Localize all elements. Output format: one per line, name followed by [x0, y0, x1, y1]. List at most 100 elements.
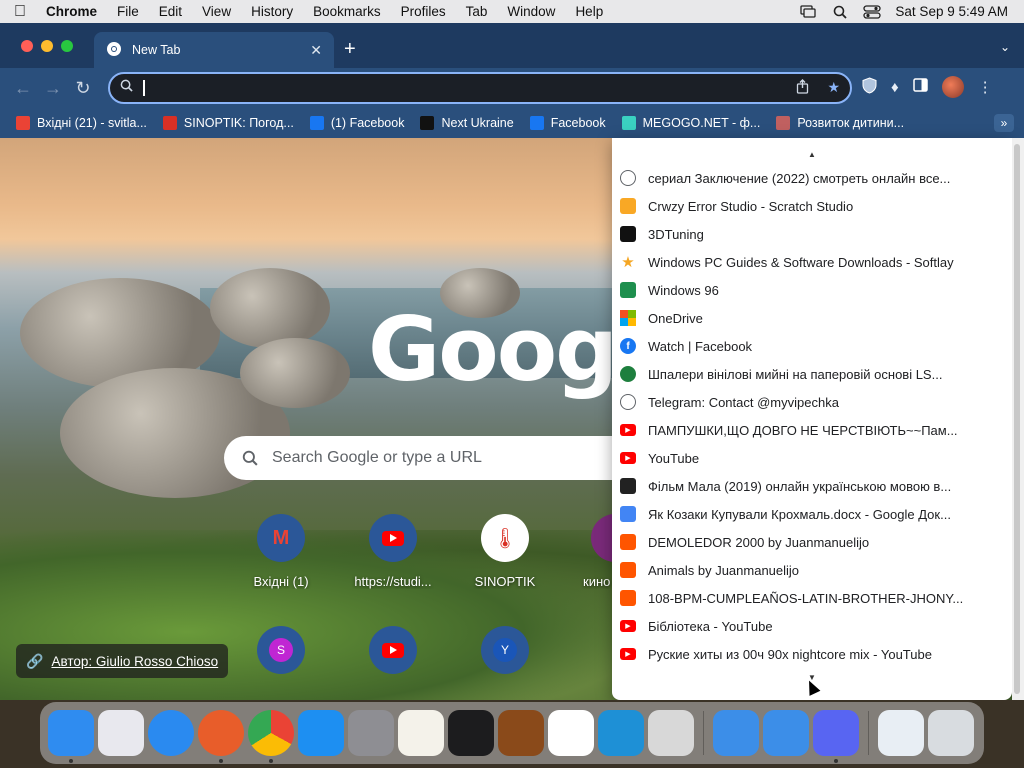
bookmark-menu-item[interactable]: сериал Заключение (2022) смотреть онлайн… — [612, 164, 1012, 192]
bookmark-menu-item[interactable]: Фільм Мала (2019) онлайн українською мов… — [612, 472, 1012, 500]
bookmark-menu-item[interactable]: DEMOLEDOR 2000 by Juanmanuelijo — [612, 528, 1012, 556]
minimize-window-button[interactable] — [41, 40, 53, 52]
extensions-puzzle-icon[interactable]: ♦ — [891, 79, 899, 96]
photo-credit-link[interactable]: 🔗 Автор: Giulio Rosso Chioso — [16, 644, 229, 678]
close-window-button[interactable] — [21, 40, 33, 52]
menu-profiles[interactable]: Profiles — [391, 4, 456, 19]
scroll-up-arrow-icon[interactable]: ▲ — [612, 138, 1012, 164]
omnibox-actions: ★ — [796, 79, 840, 97]
shortcut-tile[interactable]: кино — [566, 514, 612, 589]
new-tab-button[interactable]: + — [344, 38, 356, 61]
macos-menubar:  Chrome File Edit View History Bookmark… — [0, 0, 1024, 23]
safari-icon[interactable] — [148, 710, 194, 756]
menu-edit[interactable]: Edit — [149, 4, 192, 19]
weather-icon[interactable] — [713, 710, 759, 756]
scratch-icon — [620, 198, 636, 214]
shortcut-tile[interactable]: S — [231, 626, 331, 686]
back-button[interactable]: ← — [8, 78, 38, 99]
screen-mirroring-icon[interactable] — [799, 5, 817, 19]
shortcut-tile[interactable]: M Вхідні (1) — [231, 514, 331, 589]
finder-icon[interactable] — [48, 710, 94, 763]
bookmark-item[interactable]: Facebook — [529, 116, 606, 130]
bookmark-menu-item[interactable]: Windows 96 — [612, 276, 1012, 304]
share-icon[interactable] — [796, 79, 809, 97]
launchpad-icon[interactable] — [98, 710, 144, 756]
textedit-icon[interactable] — [398, 710, 444, 756]
tab-close-icon[interactable]: ✕ — [310, 42, 322, 59]
bookmark-item[interactable]: SINOPTIK: Погод... — [162, 116, 294, 130]
roblox-icon[interactable] — [648, 710, 694, 756]
bookmark-menu-label: Шпалери вінілові мийні на паперовій осно… — [648, 366, 943, 382]
firefox-icon[interactable] — [198, 710, 244, 763]
menubar-clock[interactable]: Sat Sep 9 5:49 AM — [895, 4, 1008, 19]
chrome-menu-kebab-icon[interactable]: ⋮ — [978, 78, 993, 96]
menu-help[interactable]: Help — [565, 4, 613, 19]
page-scrollbar[interactable] — [1012, 138, 1024, 700]
bookmark-menu-item[interactable]: ▶ YouTube — [612, 444, 1012, 472]
weather-icon[interactable] — [763, 710, 809, 756]
menu-bookmarks[interactable]: Bookmarks — [303, 4, 391, 19]
bookmark-menu-label: 3DTuning — [648, 226, 704, 242]
menu-file[interactable]: File — [107, 4, 149, 19]
chrome-icon[interactable] — [248, 710, 294, 763]
facebook-icon — [529, 116, 544, 130]
shortcut-tile[interactable]: https://studi... — [343, 514, 443, 589]
bookmark-menu-item[interactable]: Animals by Juanmanuelijo — [612, 556, 1012, 584]
bookmark-menu-item[interactable]: ▶ Бібліотека - YouTube — [612, 612, 1012, 640]
tab-new-tab[interactable]: New Tab ✕ — [94, 32, 334, 68]
bookmark-item[interactable]: Next Ukraine — [420, 116, 514, 130]
bookmark-menu-item[interactable]: ▶ ПАМПУШКИ,ЩО ДОВГО НЕ ЧЕРСТВІЮТЬ~~Пам... — [612, 416, 1012, 444]
system-settings-icon[interactable] — [348, 710, 394, 756]
windows-app-icon[interactable] — [598, 710, 644, 756]
discord-icon[interactable] — [813, 710, 859, 763]
bookmark-menu-item[interactable]: Як Козаки Купували Крохмаль.docx - Googl… — [612, 500, 1012, 528]
bookmark-item[interactable]: MEGOGO.NET - ф... — [621, 116, 760, 130]
bookmark-menu-item[interactable]: 3DTuning — [612, 220, 1012, 248]
garageband-icon[interactable] — [498, 710, 544, 756]
bookmark-star-icon[interactable]: ★ — [827, 79, 840, 97]
bookmark-menu-item[interactable]: Telegram: Contact @myvipechka — [612, 388, 1012, 416]
bookmark-menu-item[interactable]: ★ Windows PC Guides & Software Downloads … — [612, 248, 1012, 276]
megogo-icon — [621, 116, 636, 130]
control-center-icon[interactable] — [863, 4, 882, 19]
tab-search-chevron-icon[interactable]: ⌄ — [1000, 40, 1010, 54]
address-bar[interactable]: ★ — [108, 72, 852, 104]
terminal-icon[interactable] — [448, 710, 494, 756]
bookmark-menu-item[interactable]: ▶ Руские хиты из 00ч 90х nightcore mix - … — [612, 640, 1012, 668]
menu-tab[interactable]: Tab — [456, 4, 498, 19]
downloads-icon[interactable] — [878, 710, 924, 756]
app-store-icon[interactable] — [298, 710, 344, 756]
soundcloud-icon — [620, 590, 636, 606]
bookmark-menu-item[interactable]: Шпалери вінілові мийні на паперовій осно… — [612, 360, 1012, 388]
bookmark-menu-item[interactable]: 108-BPM-CUMPLEAÑOS-LATIN-BROTHER-JHONY..… — [612, 584, 1012, 612]
menu-history[interactable]: History — [241, 4, 303, 19]
shortcut-tile[interactable]: 🌡 SINOPTIK — [455, 514, 555, 589]
shortcut-tile[interactable] — [343, 626, 443, 686]
scrollbar-thumb[interactable] — [1014, 144, 1020, 694]
bookmark-item[interactable]: Розвиток дитини... — [776, 116, 904, 130]
menu-view[interactable]: View — [192, 4, 241, 19]
ntp-search-placeholder: Search Google or type a URL — [272, 449, 482, 466]
shortcut-tile[interactable]: Y — [455, 626, 555, 686]
zoom-window-button[interactable] — [61, 40, 73, 52]
ntp-search-box[interactable]: Search Google or type a URL — [224, 436, 644, 480]
side-panel-icon[interactable] — [912, 78, 928, 96]
spotlight-search-icon[interactable] — [831, 5, 849, 19]
bookmarks-overflow-chevron-icon[interactable]: » — [994, 114, 1014, 132]
menu-window[interactable]: Window — [497, 4, 565, 19]
bookmark-menu-item[interactable]: OneDrive — [612, 304, 1012, 332]
bookmark-item[interactable]: (1) Facebook — [309, 116, 404, 130]
bookmark-menu-item[interactable]: Crwzy Error Studio - Scratch Studio — [612, 192, 1012, 220]
profile-avatar[interactable] — [941, 76, 964, 98]
reload-button[interactable]: ↻ — [68, 78, 98, 99]
cinema-icon — [591, 514, 612, 562]
shield-extension-icon[interactable] — [862, 76, 877, 98]
trash-icon[interactable] — [928, 710, 974, 756]
microsoft-icon — [620, 310, 636, 326]
forward-button[interactable]: → — [38, 78, 68, 99]
apple-menu-icon[interactable]:  — [0, 3, 40, 21]
bookmark-item[interactable]: Вхідні (21) - svitla... — [16, 116, 147, 130]
vscode-icon[interactable] — [548, 710, 594, 756]
bookmark-menu-item[interactable]: f Watch | Facebook — [612, 332, 1012, 360]
menu-app-name[interactable]: Chrome — [40, 4, 107, 19]
